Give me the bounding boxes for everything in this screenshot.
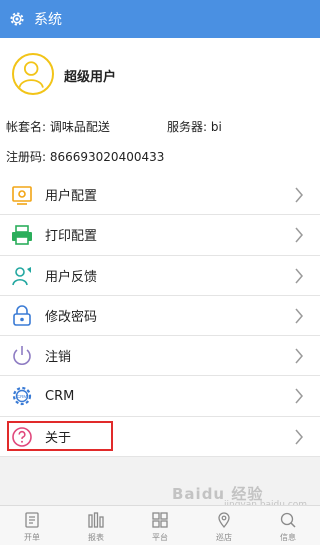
menu-label: 用户配置 [45,189,98,205]
tab-order[interactable]: 开单 [0,506,64,545]
tab-store-visit[interactable]: 巡店 [192,506,256,545]
feedback-icon [12,266,31,285]
menu-label: 用户反馈 [45,269,98,285]
tab-label: 信息 [280,533,296,542]
location-icon [218,512,230,529]
power-icon [13,346,31,366]
menu-item-change-password[interactable]: 修改密码 [0,296,320,337]
registration-code: 注册码: 866693020400433 [6,150,165,164]
page-title: 系统 [34,12,62,28]
lock-icon [13,305,31,326]
username: 超级用户 [64,70,117,85]
menu-item-crm[interactable]: CRM CRM [0,376,320,417]
chevron-right-icon [295,187,303,203]
chevron-right-icon [295,227,303,243]
svg-text:CRM: CRM [17,394,27,399]
grid-icon [152,512,168,528]
menu-label: CRM [45,388,75,404]
menu-label: 注销 [45,350,72,366]
tab-label: 平台 [152,533,168,542]
tab-label: 开单 [24,533,40,542]
report-icon [88,512,104,528]
profile-card: 超级用户 帐套名: 调味品配送 服务器: bi 注册码: 86669302040… [0,38,320,175]
menu-label: 打印配置 [45,229,98,245]
user-icon [18,61,44,88]
account-name: 帐套名: 调味品配送 [6,120,110,134]
chevron-right-icon [295,429,303,445]
user-config-icon [12,186,32,205]
watermark: Baidu 经验 jingyan.baidu.com [172,478,312,511]
menu-item-user-config[interactable]: 用户配置 [0,175,320,216]
settings-menu: 用户配置 打印配置 用户反馈 修改密码 注销 CRM CRM 关于 [0,175,320,458]
order-icon [25,512,39,528]
chevron-right-icon [295,308,303,324]
menu-item-logout[interactable]: 注销 [0,336,320,377]
avatar[interactable] [12,53,54,95]
crm-icon: CRM [12,387,32,406]
printer-icon [12,225,32,246]
chevron-right-icon [295,348,303,364]
menu-item-print-config[interactable]: 打印配置 [0,215,320,256]
menu-label: 修改密码 [45,310,98,326]
chevron-right-icon [295,268,303,284]
highlight-box [7,421,113,451]
search-icon [280,512,296,528]
tab-label: 报表 [88,533,104,542]
gear-icon[interactable] [8,10,26,28]
tab-platform[interactable]: 平台 [128,506,192,545]
chevron-right-icon [295,388,303,404]
server-name: 服务器: bi [167,120,222,134]
app-header: 系统 [0,0,320,38]
menu-item-feedback[interactable]: 用户反馈 [0,256,320,296]
tab-label: 巡店 [216,533,232,542]
tab-report[interactable]: 报表 [64,506,128,545]
tab-info[interactable]: 信息 [256,506,320,545]
bottom-tab-bar: 开单 报表 平台 巡店 信息 [0,505,320,545]
account-row: 帐套名: 调味品配送 服务器: bi [6,118,316,135]
